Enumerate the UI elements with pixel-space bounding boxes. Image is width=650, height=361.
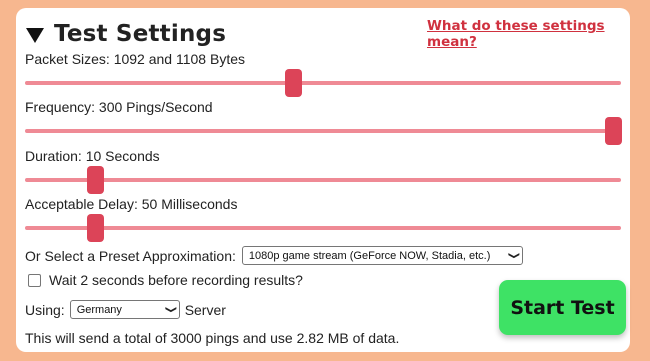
- acceptable-delay-slider-thumb[interactable]: [87, 214, 105, 242]
- duration-label: Duration: 10 Seconds: [25, 148, 160, 164]
- chevron-down-icon: ❯: [165, 305, 178, 314]
- packet-size-slider-thumb[interactable]: [285, 69, 303, 97]
- server-selected-value: Germany: [76, 303, 122, 316]
- chevron-down-icon: ❯: [508, 251, 521, 260]
- preset-select[interactable]: 1080p game stream (GeForce NOW, Stadia, …: [241, 246, 523, 265]
- preset-row: Or Select a Preset Approximation: 1080p …: [25, 246, 523, 265]
- duration-slider-thumb[interactable]: [87, 166, 105, 194]
- frequency-label: Frequency: 300 Pings/Second: [25, 99, 213, 115]
- collapse-triangle-icon[interactable]: [26, 27, 44, 43]
- duration-slider-track[interactable]: [25, 166, 621, 194]
- preset-label: Or Select a Preset Approximation:: [25, 247, 236, 264]
- server-prefix-label: Using:: [25, 301, 65, 318]
- section-header[interactable]: Test Settings: [26, 18, 226, 50]
- acceptable-delay-slider-track[interactable]: [25, 214, 621, 242]
- start-test-button[interactable]: Start Test: [499, 280, 626, 335]
- wait-checkbox[interactable]: [28, 273, 41, 287]
- section-title: Test Settings: [54, 21, 227, 47]
- server-select[interactable]: Germany ❯: [69, 300, 180, 319]
- packet-size-slider-track[interactable]: [25, 69, 621, 97]
- wait-row: Wait 2 seconds before recording results?: [28, 272, 303, 288]
- preset-selected-value: 1080p game stream (GeForce NOW, Stadia, …: [248, 249, 491, 262]
- wait-label: Wait 2 seconds before recording results?: [49, 272, 303, 288]
- summary-text: This will send a total of 3000 pings and…: [25, 330, 400, 346]
- settings-help-link[interactable]: What do these settings mean?: [427, 18, 650, 50]
- server-row: Using: Germany ❯ Server: [25, 300, 226, 319]
- acceptable-delay-label: Acceptable Delay: 50 Milliseconds: [25, 196, 238, 212]
- frequency-slider-track[interactable]: [25, 117, 622, 145]
- packet-size-label: Packet Sizes: 1092 and 1108 Bytes: [25, 51, 245, 67]
- server-suffix-label: Server: [184, 301, 226, 318]
- frequency-slider-thumb[interactable]: [605, 117, 622, 145]
